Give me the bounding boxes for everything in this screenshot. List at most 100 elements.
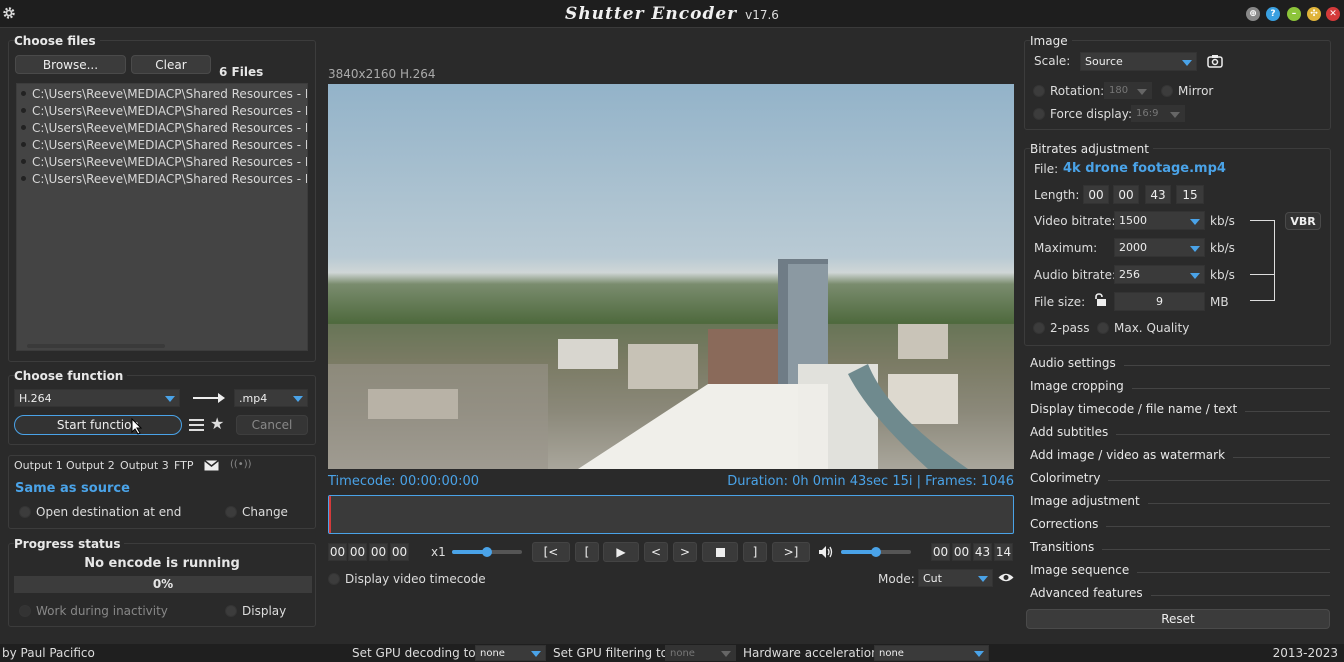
file-list[interactable]: C:\Users\Reeve\MEDIACP\Shared Resources …: [16, 83, 308, 351]
maximize-icon[interactable]: ✣: [1307, 7, 1321, 21]
audio-bitrate-select[interactable]: 256: [1114, 265, 1205, 284]
volume-slider[interactable]: [841, 547, 911, 557]
go-to-start-button[interactable]: [<: [532, 542, 570, 562]
file-list-item[interactable]: C:\Users\Reeve\MEDIACP\Shared Resources …: [17, 119, 307, 136]
settings-section[interactable]: Image adjustment: [1030, 491, 1330, 511]
file-list-item[interactable]: C:\Users\Reeve\MEDIACP\Shared Resources …: [17, 153, 307, 170]
chevron-down-icon: [531, 651, 541, 657]
mark-in-button[interactable]: [: [575, 542, 599, 562]
tab-output-1[interactable]: Output 1: [14, 459, 63, 472]
speed-slider[interactable]: [452, 547, 522, 557]
close-icon[interactable]: ✕: [1326, 7, 1340, 21]
help-icon[interactable]: ?: [1266, 7, 1280, 21]
menu-icon[interactable]: [189, 418, 204, 435]
display-radio[interactable]: [225, 605, 237, 617]
length-frames[interactable]: 15: [1176, 185, 1204, 204]
next-frame-button[interactable]: >: [673, 542, 697, 562]
file-list-item[interactable]: C:\Users\Reeve\MEDIACP\Shared Resources …: [17, 102, 307, 119]
start-function-button[interactable]: Start function: [14, 415, 182, 435]
stream-icon[interactable]: ((•)): [230, 459, 252, 470]
lock-icon[interactable]: [1093, 293, 1107, 310]
browse-button[interactable]: Browse...: [15, 55, 126, 74]
settings-section[interactable]: Advanced features: [1030, 583, 1330, 603]
gpu-filtering-select[interactable]: none: [665, 645, 736, 661]
start-tc-frames[interactable]: 00: [390, 543, 409, 561]
destination-label[interactable]: Same as source: [15, 481, 130, 496]
tab-output-3[interactable]: Output 3: [120, 459, 169, 472]
mark-out-button[interactable]: ]: [743, 542, 767, 562]
tab-output-2[interactable]: Output 2: [66, 459, 115, 472]
mode-select[interactable]: Cut: [918, 569, 993, 587]
settings-section[interactable]: Image cropping: [1030, 376, 1330, 396]
section-divider: [1150, 594, 1330, 596]
settings-section[interactable]: Add image / video as watermark: [1030, 445, 1330, 465]
timeline[interactable]: [328, 495, 1014, 534]
rotation-radio[interactable]: [1033, 85, 1045, 97]
gpu-filtering-label: Set GPU filtering to:: [553, 646, 673, 660]
length-minutes[interactable]: 00: [1113, 185, 1139, 204]
file-list-scrollbar[interactable]: [27, 344, 165, 348]
stop-button[interactable]: [702, 542, 738, 562]
volume-slider-knob[interactable]: [871, 547, 881, 557]
force-display-select[interactable]: 16:9: [1131, 105, 1185, 122]
length-seconds[interactable]: 43: [1145, 185, 1171, 204]
length-hours[interactable]: 00: [1083, 185, 1109, 204]
mail-icon[interactable]: [204, 459, 219, 474]
star-icon[interactable]: ★: [210, 416, 224, 432]
volume-icon[interactable]: [819, 546, 833, 561]
minimize-icon[interactable]: –: [1287, 7, 1301, 21]
codec-select[interactable]: H.264: [14, 389, 180, 407]
bullet-icon: [21, 91, 26, 96]
play-button[interactable]: ▶: [603, 542, 639, 562]
section-divider: [1233, 456, 1330, 458]
max-quality-radio[interactable]: [1097, 322, 1109, 334]
settings-section[interactable]: Corrections: [1030, 514, 1330, 534]
gpu-decoding-select[interactable]: none: [475, 645, 546, 661]
open-destination-radio[interactable]: [19, 506, 31, 518]
end-tc-minutes[interactable]: 00: [952, 543, 971, 561]
work-inactivity-radio[interactable]: [19, 605, 31, 617]
hardware-acceleration-select[interactable]: none: [874, 645, 989, 661]
rotation-select[interactable]: 180: [1104, 82, 1152, 99]
globe-icon[interactable]: ⊕: [1246, 7, 1260, 21]
cancel-button[interactable]: Cancel: [236, 415, 308, 435]
camera-icon[interactable]: [1207, 54, 1223, 71]
settings-section[interactable]: Transitions: [1030, 537, 1330, 557]
settings-section[interactable]: Audio settings: [1030, 353, 1330, 373]
settings-section[interactable]: Display timecode / file name / text: [1030, 399, 1330, 419]
settings-section[interactable]: Image sequence: [1030, 560, 1330, 580]
end-tc-seconds[interactable]: 43: [973, 543, 992, 561]
reset-button[interactable]: Reset: [1026, 609, 1330, 629]
eye-icon[interactable]: [998, 572, 1014, 586]
settings-section[interactable]: Colorimetry: [1030, 468, 1330, 488]
file-size-input[interactable]: 9: [1114, 292, 1205, 311]
vbr-button[interactable]: VBR: [1285, 212, 1321, 230]
file-list-item[interactable]: C:\Users\Reeve\MEDIACP\Shared Resources …: [17, 170, 307, 187]
end-tc-frames[interactable]: 14: [994, 543, 1013, 561]
file-list-item[interactable]: C:\Users\Reeve\MEDIACP\Shared Resources …: [17, 85, 307, 102]
video-bitrate-select[interactable]: 1500: [1114, 211, 1205, 230]
start-tc-seconds[interactable]: 00: [369, 543, 388, 561]
speed-slider-knob[interactable]: [482, 547, 492, 557]
settings-section[interactable]: Add subtitles: [1030, 422, 1330, 442]
change-destination-radio[interactable]: [225, 506, 237, 518]
end-tc-hours[interactable]: 00: [931, 543, 950, 561]
start-tc-hours[interactable]: 00: [328, 543, 347, 561]
force-display-radio[interactable]: [1033, 108, 1045, 120]
file-list-item[interactable]: C:\Users\Reeve\MEDIACP\Shared Resources …: [17, 136, 307, 153]
mirror-radio[interactable]: [1161, 85, 1173, 97]
previous-frame-button[interactable]: <: [644, 542, 668, 562]
video-preview[interactable]: [328, 84, 1014, 469]
go-to-end-button[interactable]: >]: [772, 542, 810, 562]
chevron-down-icon: [1190, 245, 1200, 252]
tab-ftp[interactable]: FTP: [174, 459, 194, 472]
speed-label: x1: [431, 545, 446, 559]
timeline-playhead[interactable]: [329, 496, 331, 533]
scale-select[interactable]: Source: [1080, 52, 1197, 71]
display-timecode-radio[interactable]: [328, 573, 340, 585]
two-pass-radio[interactable]: [1033, 322, 1045, 334]
maximum-select[interactable]: 2000: [1114, 238, 1205, 257]
container-select[interactable]: .mp4: [234, 389, 308, 407]
clear-button[interactable]: Clear: [131, 55, 211, 74]
start-tc-minutes[interactable]: 00: [348, 543, 367, 561]
